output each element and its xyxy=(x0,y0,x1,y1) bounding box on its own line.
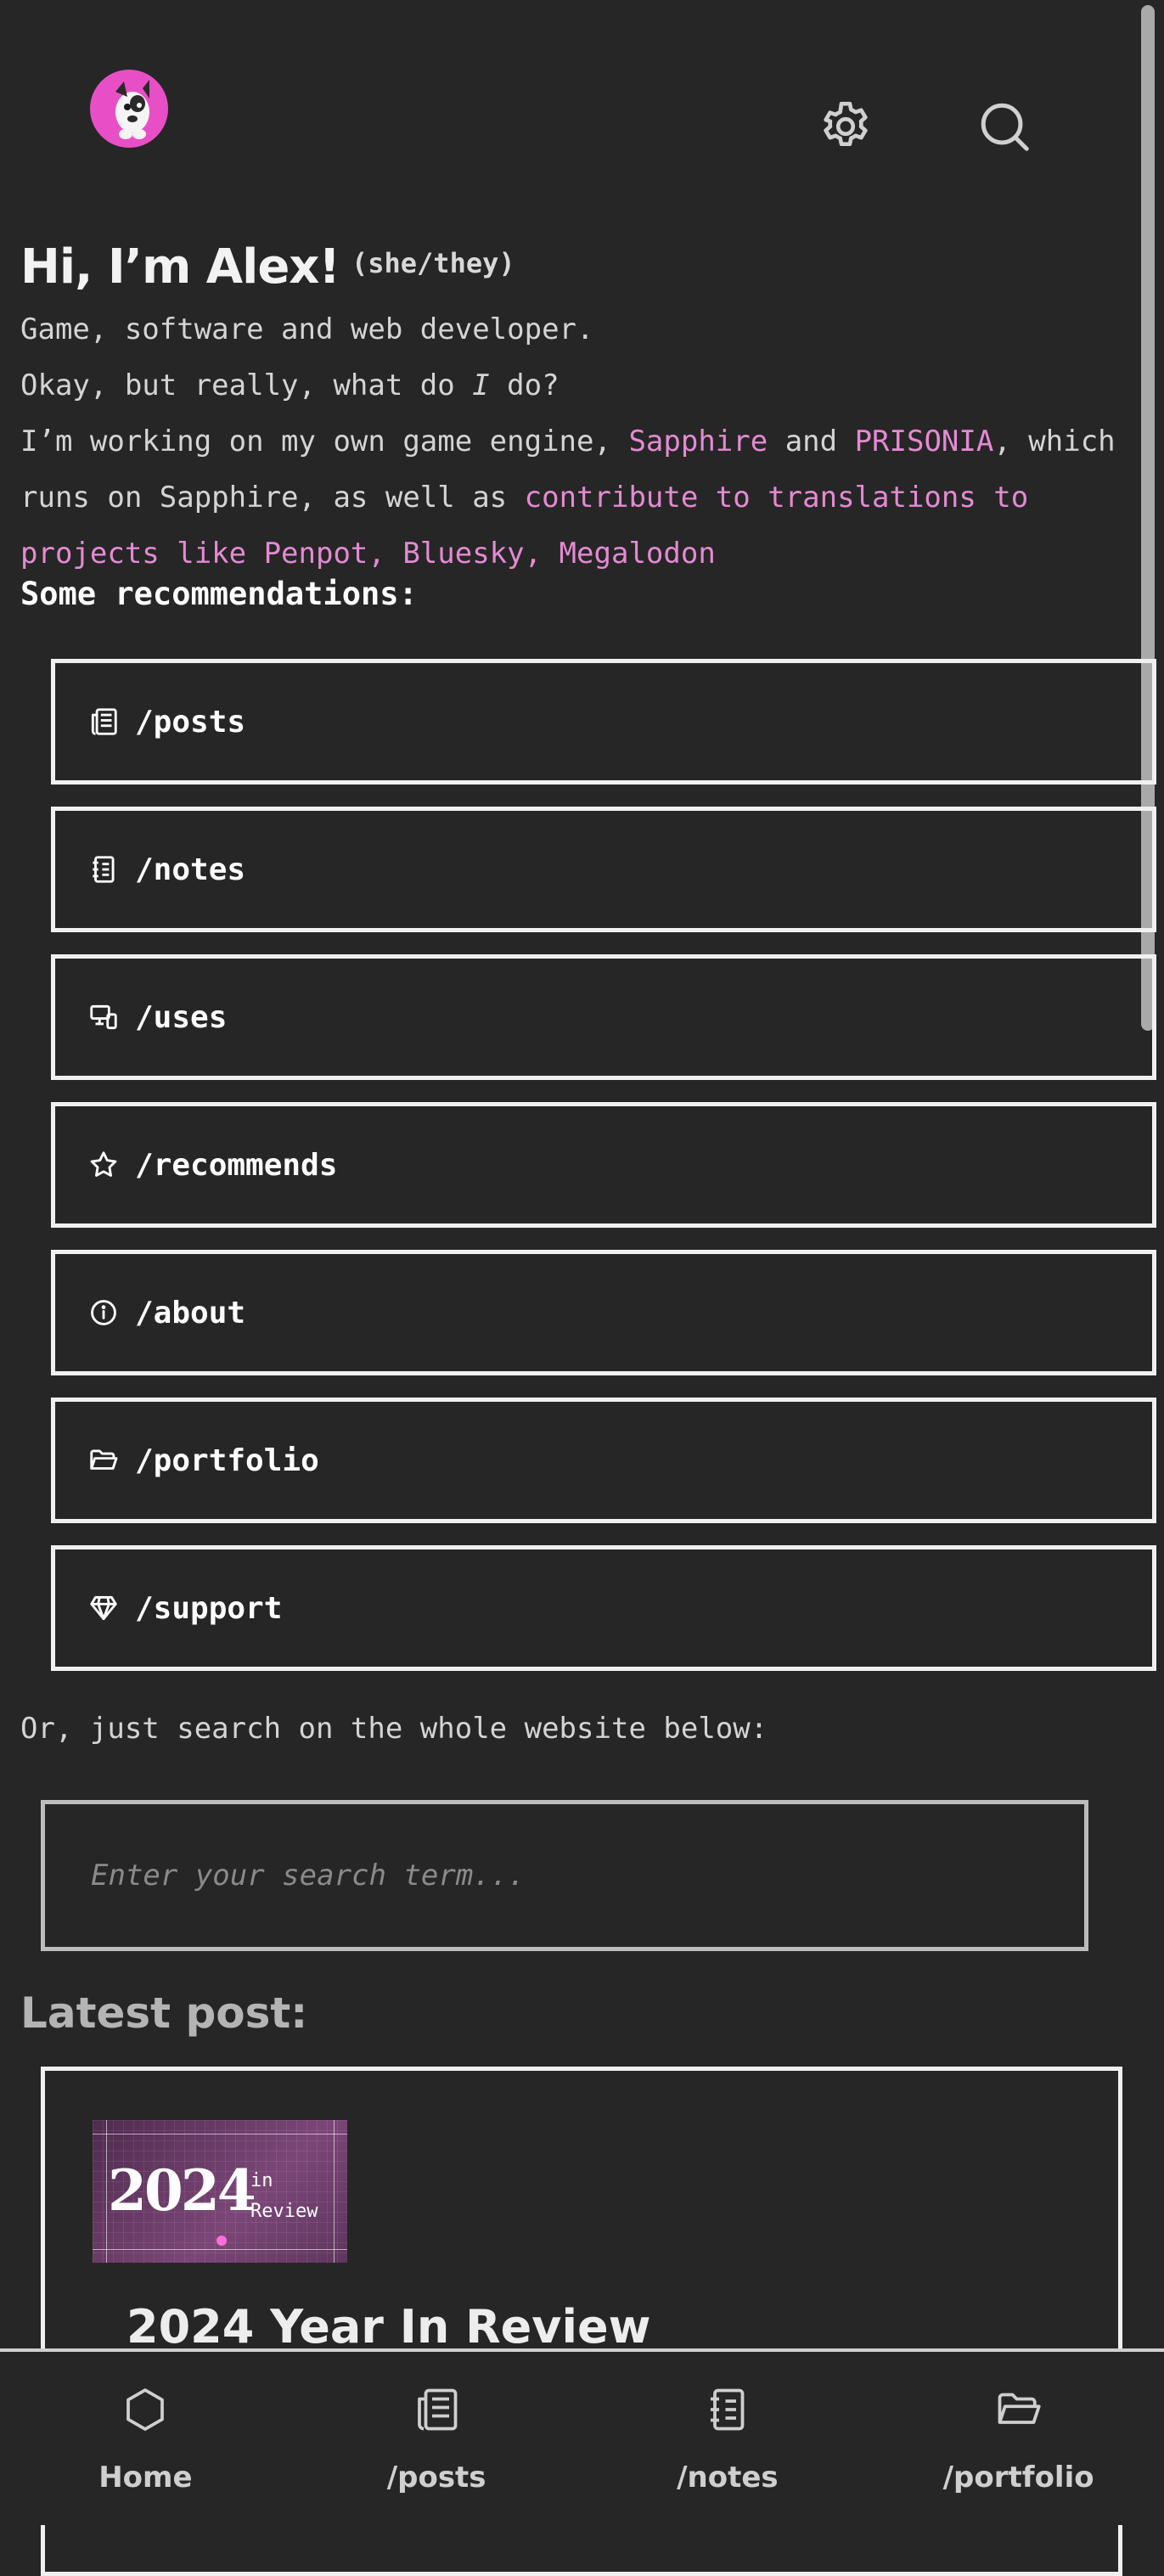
folder-icon xyxy=(998,2393,1041,2424)
pronouns: (she/they) xyxy=(351,247,515,279)
post-title[interactable]: 2024 Year In Review xyxy=(127,2300,651,2354)
recommendations-title: Some recommendations: xyxy=(20,576,418,612)
nav-card-uses[interactable]: /uses xyxy=(51,954,1156,1080)
diamond-icon xyxy=(90,1595,117,1621)
bottom-nav-notes[interactable]: /notes xyxy=(582,2352,874,2525)
devices-icon xyxy=(90,1004,117,1030)
bottom-navigation: Home /posts /notes /portfolio xyxy=(0,2348,1164,2525)
bottom-nav-home[interactable]: Home xyxy=(0,2352,291,2525)
search-hint: Or, just search on the whole website bel… xyxy=(20,1712,768,1746)
avatar-dog-icon xyxy=(93,71,166,146)
post-thumbnail: 2024 in Review xyxy=(93,2120,347,2263)
thumb-dot xyxy=(216,2236,227,2246)
newspaper-icon xyxy=(418,2388,458,2431)
nav-card-about[interactable]: /about xyxy=(51,1250,1156,1375)
tagline: Game, software and web developer. xyxy=(20,312,594,346)
prisonia-link[interactable]: PRISONIA xyxy=(855,425,994,458)
nav-card-portfolio[interactable]: /portfolio xyxy=(51,1398,1156,1523)
search-input[interactable] xyxy=(89,1858,1084,1893)
bottom-nav-posts[interactable]: /posts xyxy=(291,2352,582,2525)
nav-card-notes[interactable]: /notes xyxy=(51,807,1156,932)
greeting: Hi, I’m Alex! (she/they) xyxy=(20,239,515,295)
star-icon xyxy=(90,1151,117,1177)
latest-post-title: Latest post: xyxy=(20,1988,308,2038)
question: Okay, but really, what do I do? xyxy=(20,368,560,402)
thumb-year: 2024 xyxy=(108,2157,256,2224)
newspaper-icon xyxy=(91,708,117,735)
work-description: I’m working on my own game engine, Sapph… xyxy=(20,425,1116,571)
bottom-nav-portfolio[interactable]: /portfolio xyxy=(873,2352,1164,2525)
notebook-icon xyxy=(710,2388,745,2431)
info-icon xyxy=(91,1300,116,1325)
avatar[interactable] xyxy=(90,70,168,148)
nav-card-posts[interactable]: /posts xyxy=(51,659,1156,785)
folder-icon xyxy=(90,1449,118,1470)
search-button[interactable] xyxy=(975,97,1034,156)
page-title: Hi, I’m Alex! xyxy=(20,239,340,295)
settings-button[interactable] xyxy=(816,97,875,156)
hexagon-icon xyxy=(127,2388,165,2431)
gear-icon xyxy=(824,101,868,147)
notebook-icon xyxy=(93,856,115,883)
nav-card-recommends[interactable]: /recommends xyxy=(51,1102,1156,1228)
thumb-subtitle: in Review xyxy=(250,2170,318,2222)
search-box[interactable] xyxy=(41,1800,1088,1951)
nav-card-support[interactable]: /support xyxy=(51,1545,1156,1671)
sapphire-link[interactable]: Sapphire xyxy=(628,425,768,458)
search-icon xyxy=(981,103,1029,151)
intro: Game, software and web developer. Okay, … xyxy=(20,301,1116,582)
